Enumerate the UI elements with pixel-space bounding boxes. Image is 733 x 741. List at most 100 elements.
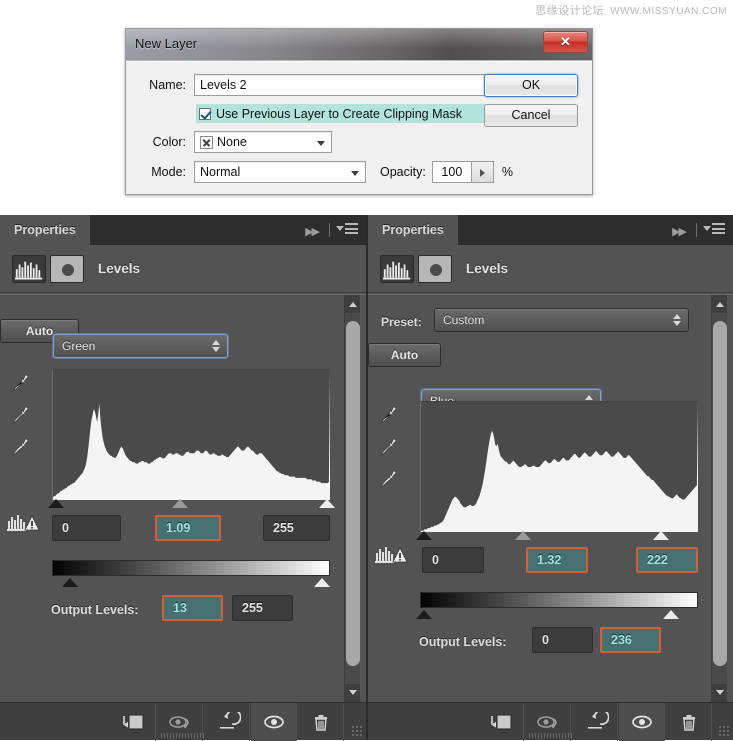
output-white-field[interactable]: 255 [232, 595, 293, 621]
clipping-mask-row[interactable]: Use Previous Layer to Create Clipping Ma… [196, 104, 490, 123]
input-white-knob[interactable] [653, 531, 669, 540]
output-levels-sliders[interactable] [420, 610, 698, 622]
collapse-panel-icon[interactable]: ▶▶ [305, 225, 318, 238]
histogram-warning-icon[interactable] [374, 545, 408, 565]
input-gamma-field[interactable]: 1.09 [155, 515, 221, 541]
channel-histogram [420, 401, 698, 532]
clip-to-layer-icon[interactable] [478, 703, 524, 741]
right-panel-edge [727, 295, 733, 702]
reset-to-default-icon[interactable] [572, 703, 618, 741]
right-panel-tabstrip: Properties ▶▶ [368, 215, 733, 245]
input-levels-sliders[interactable] [420, 531, 698, 543]
left-panel-header: Levels [0, 245, 366, 293]
ok-button[interactable]: OK [484, 74, 578, 97]
left-panel-scrollbar[interactable] [344, 295, 360, 702]
collapse-panel-icon[interactable]: ▶▶ [672, 225, 685, 238]
reset-to-default-icon[interactable] [204, 703, 250, 741]
input-white-field[interactable]: 255 [263, 515, 330, 541]
black-point-eyedropper-icon[interactable] [10, 373, 32, 395]
toggle-layer-visibility-icon[interactable] [251, 703, 297, 741]
output-white-knob[interactable] [314, 578, 330, 587]
auto-button[interactable]: Auto [368, 343, 441, 367]
panel-resize-grip[interactable] [161, 733, 205, 738]
color-label: Color: [140, 135, 186, 149]
opacity-stepper-icon[interactable] [472, 161, 494, 183]
corner-resize-grip[interactable] [351, 725, 363, 737]
tabstrip-divider [696, 223, 697, 237]
site-watermark: 思缘设计论坛WWW.MISSYUAN.COM [535, 2, 727, 18]
input-black-knob[interactable] [416, 531, 432, 540]
output-black-knob[interactable] [62, 578, 78, 587]
gray-point-eyedropper-icon[interactable] [378, 437, 400, 459]
chevron-down-icon [317, 141, 325, 146]
dialog-body: Name: Use Previous Layer to Create Clipp… [126, 61, 592, 194]
scroll-up-icon[interactable] [712, 295, 728, 313]
right-properties-panel: Properties ▶▶ [366, 215, 733, 740]
left-panel-content: Green Auto [0, 294, 366, 702]
scrollbar-thumb[interactable] [346, 321, 360, 666]
cancel-button[interactable]: Cancel [484, 104, 578, 127]
input-white-knob[interactable] [319, 499, 335, 508]
input-levels-sliders[interactable] [52, 499, 330, 511]
gray-point-eyedropper-icon[interactable] [10, 405, 32, 427]
tab-properties[interactable]: Properties [368, 215, 458, 245]
input-gamma-knob[interactable] [515, 531, 531, 540]
white-point-eyedropper-icon[interactable] [378, 469, 400, 491]
output-black-knob[interactable] [416, 610, 432, 619]
clip-to-layer-icon[interactable] [110, 703, 156, 741]
output-white-knob[interactable] [663, 610, 679, 619]
layer-name-input[interactable] [194, 74, 491, 96]
input-black-field[interactable]: 0 [52, 515, 121, 541]
delete-adjustment-layer-icon[interactable] [666, 703, 712, 741]
adjustment-title: Levels [466, 261, 508, 276]
delete-adjustment-layer-icon[interactable] [298, 703, 344, 741]
scroll-down-icon[interactable] [345, 684, 361, 702]
panel-menu-icon[interactable] [336, 223, 358, 237]
dialog-titlebar[interactable]: New Layer ✕ [126, 29, 592, 61]
mode-row: Mode: Normal Opacity: 100 % [140, 161, 578, 183]
no-color-swatch-icon [200, 136, 213, 149]
right-panel-header: Levels [368, 245, 733, 293]
black-point-eyedropper-icon[interactable] [378, 405, 400, 427]
watermark-url: WWW.MISSYUAN.COM [610, 6, 727, 17]
opacity-input[interactable]: 100 [432, 161, 472, 183]
clipping-mask-checkbox[interactable] [199, 108, 211, 120]
left-panel-tabstrip: Properties ▶▶ [0, 215, 366, 245]
input-gamma-field[interactable]: 1.32 [526, 547, 588, 573]
panel-menu-icon[interactable] [703, 223, 725, 237]
tab-properties[interactable]: Properties [0, 215, 90, 245]
output-levels-sliders[interactable] [52, 578, 330, 590]
new-layer-dialog: New Layer ✕ Name: Use Previous Layer to … [125, 28, 593, 195]
blend-mode-select[interactable]: Normal [194, 161, 366, 183]
adjustment-title: Levels [98, 261, 140, 276]
color-row: Color: None [140, 131, 578, 153]
input-gamma-knob[interactable] [172, 499, 188, 508]
channel-value: Green [62, 339, 95, 353]
levels-histogram-icon [380, 255, 414, 283]
panel-resize-grip[interactable] [529, 733, 573, 738]
opacity-label: Opacity: [380, 165, 426, 179]
histogram-warning-icon[interactable] [6, 513, 40, 533]
output-gradient-bar [420, 592, 698, 608]
white-point-eyedropper-icon[interactable] [10, 437, 32, 459]
right-panel-scrollbar[interactable] [711, 295, 727, 702]
preset-select[interactable]: Custom [434, 308, 689, 332]
output-white-field[interactable]: 236 [600, 627, 661, 653]
input-black-field[interactable]: 0 [422, 547, 484, 573]
channel-select[interactable]: Green [53, 334, 228, 358]
scroll-up-icon[interactable] [345, 295, 361, 313]
input-black-knob[interactable] [48, 499, 64, 508]
scrollbar-thumb[interactable] [713, 321, 727, 666]
right-panel-content: Preset: Custom Blue Auto [368, 294, 733, 702]
output-levels-label: Output Levels: [51, 603, 139, 617]
input-white-field[interactable]: 222 [636, 547, 698, 573]
close-icon[interactable]: ✕ [543, 31, 588, 53]
output-black-field[interactable]: 13 [162, 595, 223, 621]
corner-resize-grip[interactable] [718, 725, 730, 737]
layer-color-select[interactable]: None [194, 131, 332, 153]
scroll-down-icon[interactable] [712, 684, 728, 702]
toggle-layer-visibility-icon[interactable] [619, 703, 665, 741]
output-black-field[interactable]: 0 [532, 627, 593, 653]
layer-color-value: None [217, 135, 247, 149]
blend-mode-value: Normal [200, 165, 240, 179]
